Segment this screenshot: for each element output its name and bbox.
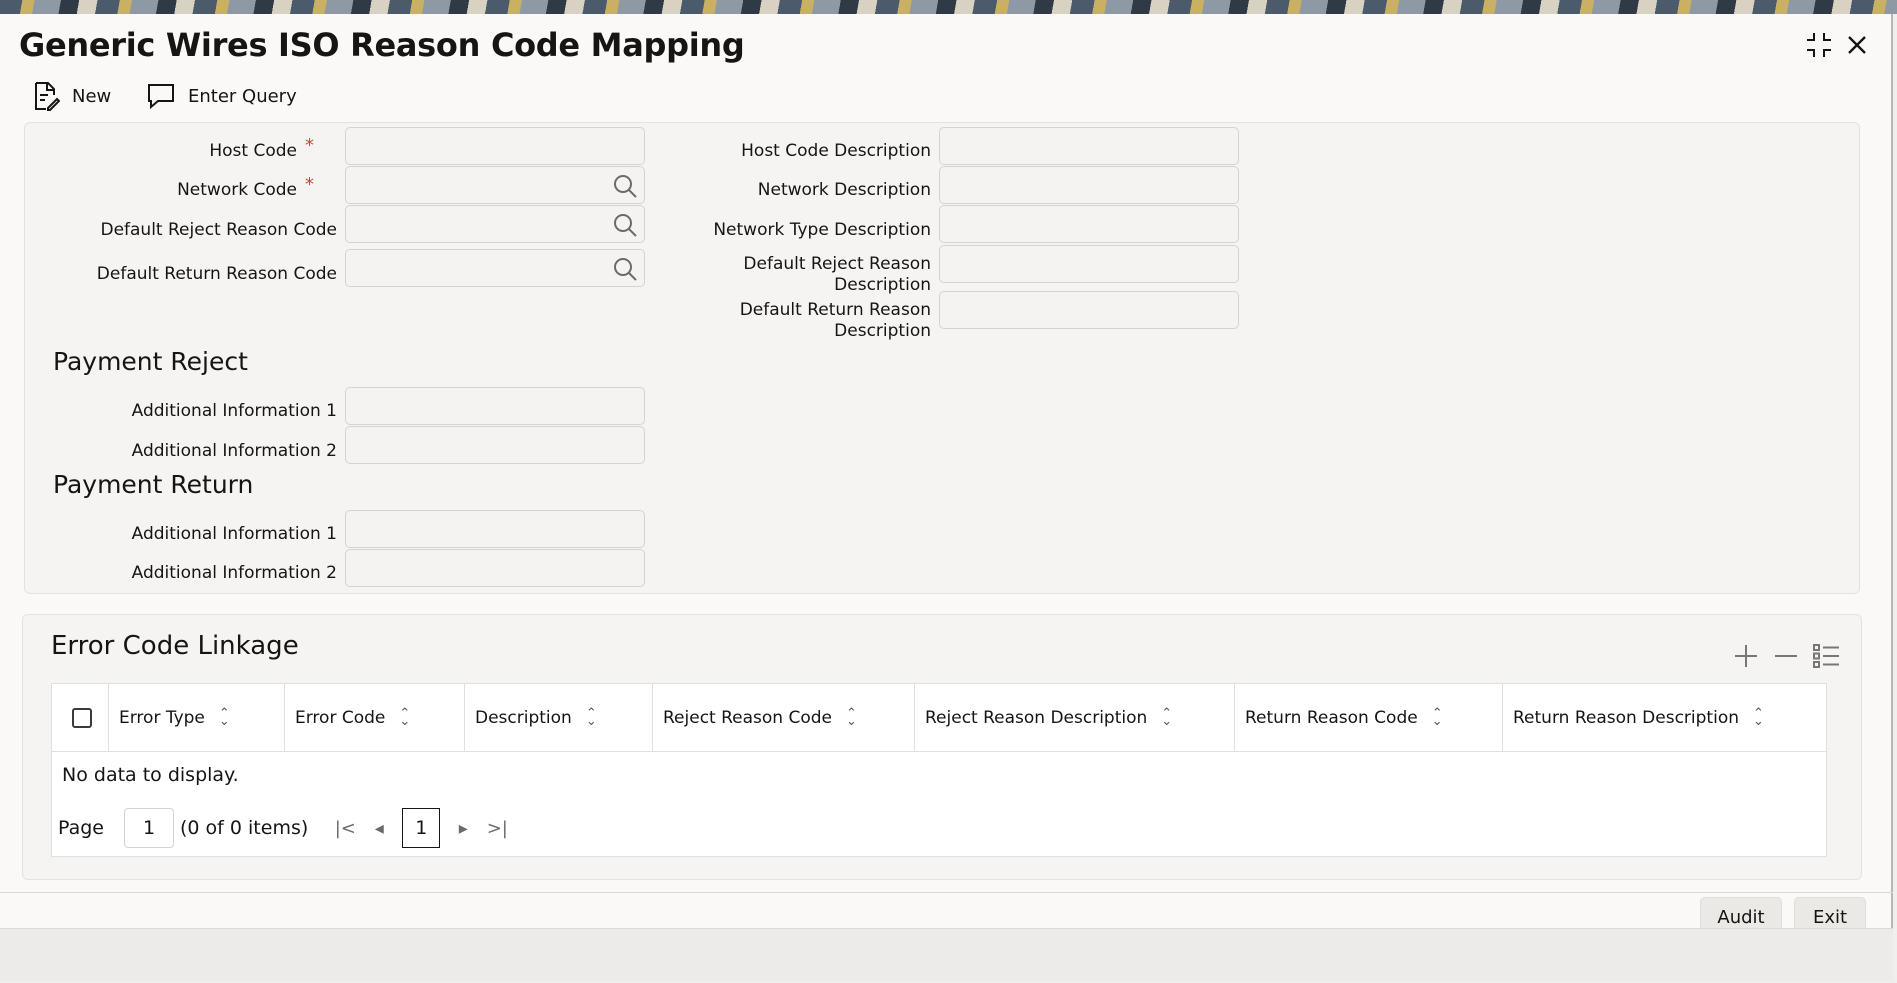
default-reject-reason-code-label: Default Reject Reason Code bbox=[100, 220, 337, 240]
network-code-label: Network Code bbox=[177, 180, 297, 200]
network-code-input[interactable] bbox=[345, 166, 645, 204]
error-code-linkage-heading: Error Code Linkage bbox=[51, 631, 299, 661]
sort-icon[interactable]: ⌃ ⌄ bbox=[846, 707, 857, 728]
page-number-input[interactable]: 1 bbox=[124, 808, 174, 848]
previous-page-icon[interactable]: ◂ bbox=[362, 818, 396, 839]
default-reject-reason-description-label: Default Reject Reason Description bbox=[743, 254, 931, 295]
payment-reject-additional-info-1-label: Additional Information 1 bbox=[131, 401, 337, 421]
form-panel: Host Code * Network Code * Default Rejec… bbox=[24, 122, 1860, 594]
table-header: Error Type ⌃ ⌄ Error Code ⌃ ⌄ Description ⌃ ⌄ … bbox=[52, 684, 1826, 752]
delete-row-icon[interactable] bbox=[1771, 641, 1801, 671]
footer-divider bbox=[0, 892, 1893, 893]
enter-query-button[interactable]: Enter Query bbox=[146, 78, 297, 114]
host-code-required-marker: * bbox=[305, 135, 314, 156]
chat-query-icon bbox=[148, 84, 174, 110]
host-code-description-input[interactable] bbox=[939, 127, 1239, 165]
last-page-icon[interactable]: >| bbox=[480, 818, 514, 839]
column-header-description[interactable]: Description ⌃ ⌄ bbox=[464, 684, 652, 752]
host-code-input[interactable] bbox=[345, 127, 645, 165]
new-button-label: New bbox=[72, 85, 112, 107]
column-header-return-reason-code[interactable]: Return Reason Code ⌃ ⌄ bbox=[1234, 684, 1502, 752]
payment-reject-additional-info-1-input[interactable] bbox=[345, 387, 645, 425]
next-page-icon[interactable]: ▸ bbox=[446, 818, 480, 839]
default-return-reason-code-input[interactable] bbox=[345, 249, 645, 287]
add-row-icon[interactable] bbox=[1731, 641, 1761, 671]
column-header-reject-reason-code[interactable]: Reject Reason Code ⌃ ⌄ bbox=[652, 684, 914, 752]
page-title: Generic Wires ISO Reason Code Mapping bbox=[19, 26, 745, 64]
host-code-description-label: Host Code Description bbox=[741, 141, 931, 161]
select-all-checkbox[interactable] bbox=[72, 708, 92, 728]
payment-reject-additional-info-2-label: Additional Information 2 bbox=[131, 441, 337, 461]
close-icon[interactable] bbox=[1840, 28, 1874, 62]
sort-icon[interactable]: ⌃ ⌄ bbox=[1753, 707, 1764, 728]
default-return-reason-description-input[interactable] bbox=[939, 291, 1239, 329]
default-reject-reason-code-search-icon[interactable] bbox=[612, 212, 638, 238]
sort-icon[interactable]: ⌃ ⌄ bbox=[1161, 707, 1172, 728]
collapse-icon[interactable] bbox=[1802, 28, 1836, 62]
network-type-description-input[interactable] bbox=[939, 205, 1239, 243]
page-items-count: (0 of 0 items) bbox=[180, 817, 309, 839]
main-window: Generic Wires ISO Reason Code Mapping Ne… bbox=[0, 14, 1893, 981]
host-code-label: Host Code bbox=[209, 141, 297, 161]
column-header-error-type[interactable]: Error Type ⌃ ⌄ bbox=[108, 684, 284, 752]
default-return-reason-code-search-icon[interactable] bbox=[612, 256, 638, 282]
column-list-icon[interactable] bbox=[1811, 641, 1841, 671]
default-return-reason-description-label: Default Return Reason Description bbox=[739, 300, 931, 341]
payment-reject-additional-info-2-input[interactable] bbox=[345, 426, 645, 464]
payment-return-additional-info-1-input[interactable] bbox=[345, 510, 645, 548]
status-bar bbox=[0, 928, 1893, 981]
sort-icon[interactable]: ⌃ ⌄ bbox=[586, 707, 597, 728]
payment-return-additional-info-1-label: Additional Information 1 bbox=[131, 524, 337, 544]
sort-icon[interactable]: ⌃ ⌄ bbox=[1432, 707, 1443, 728]
network-code-search-icon[interactable] bbox=[612, 173, 638, 199]
top-banner bbox=[0, 0, 1897, 14]
empty-table-message: No data to display. bbox=[62, 764, 239, 786]
payment-return-additional-info-2-input[interactable] bbox=[345, 549, 645, 587]
first-page-icon[interactable]: |< bbox=[328, 818, 362, 839]
network-description-input[interactable] bbox=[939, 166, 1239, 204]
payment-return-additional-info-2-label: Additional Information 2 bbox=[131, 563, 337, 583]
new-button[interactable]: New bbox=[32, 78, 111, 114]
enter-query-button-label: Enter Query bbox=[188, 85, 297, 107]
default-reject-reason-code-input[interactable] bbox=[345, 205, 645, 243]
default-return-reason-code-label: Default Return Reason Code bbox=[96, 264, 337, 284]
table-pager: Page 1 (0 of 0 items) |< ◂ 1 ▸ >| bbox=[58, 808, 514, 848]
network-code-required-marker: * bbox=[305, 174, 314, 195]
payment-return-heading: Payment Return bbox=[53, 470, 254, 499]
error-code-linkage-panel: Error Code Linkage Error Type ⌃ ⌄ Error … bbox=[22, 614, 1862, 880]
default-reject-reason-description-input[interactable] bbox=[939, 245, 1239, 283]
sort-icon[interactable]: ⌃ ⌄ bbox=[219, 707, 230, 728]
sort-icon[interactable]: ⌃ ⌄ bbox=[399, 707, 410, 728]
network-description-label: Network Description bbox=[757, 180, 931, 200]
column-header-reject-reason-description[interactable]: Reject Reason Description ⌃ ⌄ bbox=[914, 684, 1234, 752]
error-code-table: Error Type ⌃ ⌄ Error Code ⌃ ⌄ Description ⌃ ⌄ … bbox=[51, 683, 1827, 857]
payment-reject-heading: Payment Reject bbox=[53, 347, 248, 376]
new-document-icon bbox=[35, 82, 60, 111]
current-page-button[interactable]: 1 bbox=[402, 808, 441, 848]
network-type-description-label: Network Type Description bbox=[713, 220, 931, 240]
page-label: Page bbox=[58, 817, 104, 839]
column-header-return-reason-description[interactable]: Return Reason Description ⌃ ⌄ bbox=[1502, 684, 1828, 752]
column-header-error-code[interactable]: Error Code ⌃ ⌄ bbox=[284, 684, 464, 752]
